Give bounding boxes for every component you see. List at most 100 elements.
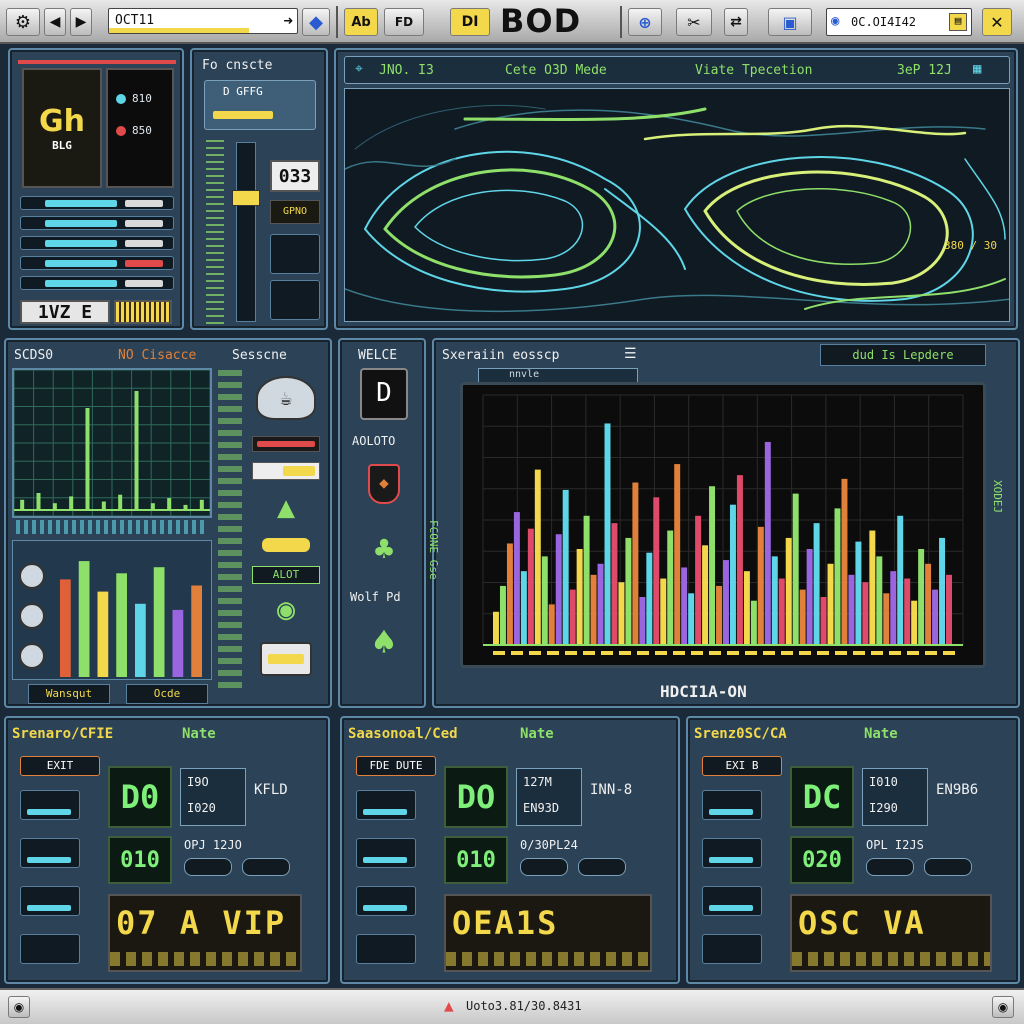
readout-toggle[interactable] — [184, 858, 232, 876]
readout-tag[interactable]: EXIT — [20, 756, 100, 776]
spectrum-badge[interactable]: dud Is Lepdere — [820, 344, 986, 366]
close-icon[interactable]: ✕ — [982, 8, 1012, 36]
channel-row[interactable] — [20, 196, 174, 210]
tools-label-a: AOLOTO — [352, 434, 396, 448]
readout-opl: OPJ 12JO — [184, 838, 242, 852]
spectrum-chart[interactable] — [460, 382, 986, 668]
readout-tag[interactable]: FDE DUTE — [356, 756, 436, 776]
tree-icon[interactable]: ♠ — [362, 620, 406, 670]
shield-icon[interactable]: ◆ — [368, 464, 400, 504]
eq-bar — [172, 609, 184, 677]
readout-toggle[interactable] — [924, 858, 972, 876]
spectrum-bar — [785, 537, 792, 645]
footer-chip-a[interactable]: Wansqut — [28, 684, 110, 704]
readout-slot[interactable] — [356, 886, 416, 916]
readout-slot[interactable] — [702, 886, 762, 916]
media-icon[interactable]: ▣ — [768, 8, 812, 36]
tools-icon[interactable]: ✂ — [676, 8, 712, 36]
spectrum-bar — [590, 574, 597, 645]
channel-row[interactable] — [20, 236, 174, 250]
eq-bar — [78, 561, 90, 677]
yellow-pill[interactable] — [262, 538, 310, 552]
readout-slot[interactable] — [702, 838, 762, 868]
readout-slot[interactable] — [20, 790, 80, 820]
spectrum-menu-icon[interactable]: ☰ — [624, 346, 637, 362]
knob-icon[interactable] — [19, 563, 45, 589]
mini-chart-bar — [167, 498, 172, 510]
status-dot — [116, 126, 126, 136]
layers-icon[interactable]: ▦ — [973, 61, 981, 77]
axis-tick — [583, 651, 595, 655]
readout-tag[interactable]: EXI B — [702, 756, 782, 776]
knob-icon[interactable] — [19, 603, 45, 629]
spectrum-bar — [513, 512, 520, 645]
readout-slot[interactable] — [20, 886, 80, 916]
address-bar[interactable]: OCT11 ➜ — [108, 8, 298, 34]
side-top-1: I9O — [187, 775, 209, 789]
topographic-view[interactable]: 380 / 30 — [344, 88, 1010, 322]
spectrum-badge-label: dud Is Lepdere — [852, 348, 954, 362]
readout-slot[interactable] — [356, 934, 416, 964]
footer-chip-b-label: Ocde — [153, 687, 181, 700]
footer-chip-b[interactable]: Ocde — [126, 684, 208, 704]
search-field[interactable]: ◉ 0C.OI4I42 ▤ — [826, 8, 972, 36]
back-button[interactable]: ◀ — [44, 8, 66, 36]
spectrum-bar — [841, 478, 848, 645]
mini-slot-1[interactable] — [270, 234, 320, 274]
mountain-icon[interactable]: ▲ — [260, 490, 312, 530]
status-right-button[interactable]: ◉ — [992, 996, 1014, 1018]
network-icon[interactable]: ⇄ — [724, 8, 748, 36]
lock-icon[interactable]: ▤ — [949, 13, 967, 31]
readout-tag-label: EXI B — [725, 759, 759, 772]
di-button[interactable]: DI — [450, 8, 490, 36]
ab-button[interactable]: Ab — [344, 8, 378, 36]
axis-tick — [763, 651, 775, 655]
spectrum-bar — [506, 543, 513, 645]
channel-value — [125, 260, 163, 267]
readout-slot[interactable] — [20, 838, 80, 868]
readout-side-top: I9O I020 — [180, 768, 246, 826]
bookmark-icon[interactable]: ◆ — [302, 8, 330, 36]
mini-chart[interactable] — [12, 368, 212, 518]
slider-track[interactable] — [236, 142, 256, 322]
readout-strip-text: OEA1S — [452, 904, 559, 942]
spectrum-bar — [799, 589, 806, 645]
radar-icon[interactable]: ◉ — [262, 592, 310, 632]
readout-slot[interactable] — [20, 934, 80, 964]
status-left-button[interactable]: ◉ — [8, 996, 30, 1018]
battery-icon[interactable] — [260, 642, 312, 676]
chat-icon[interactable]: ☕ — [256, 376, 316, 420]
axis-tick — [655, 651, 667, 655]
forward-button[interactable]: ▶ — [70, 8, 92, 36]
knob-icon[interactable] — [19, 643, 45, 669]
map-pin-icon[interactable]: ⌖ — [355, 61, 363, 77]
channel-row[interactable] — [20, 216, 174, 230]
mini-slot-2[interactable] — [270, 280, 320, 320]
leaf-icon[interactable]: ♣ — [362, 530, 406, 570]
settings-icon[interactable]: ⚙ — [6, 8, 40, 36]
readout-slot[interactable] — [356, 790, 416, 820]
info-card[interactable]: D GFFG — [204, 80, 316, 130]
globe-icon[interactable]: ⊕ — [628, 8, 662, 36]
channel-row[interactable] — [20, 276, 174, 290]
readout-big-b-value: 010 — [456, 847, 496, 873]
readout-toggle[interactable] — [866, 858, 914, 876]
channel-row[interactable] — [20, 256, 174, 270]
slot-fill — [363, 857, 407, 863]
side-scale-label: 380 / 30 — [944, 239, 997, 252]
axis-tick — [781, 651, 793, 655]
readout-slot[interactable] — [356, 838, 416, 868]
readout-slot[interactable] — [702, 790, 762, 820]
readout-toggle[interactable] — [578, 858, 626, 876]
red-fill — [257, 441, 315, 447]
go-arrow-icon[interactable]: ➜ — [283, 11, 293, 30]
spectrum-title: Sxeraiin eosscp — [442, 348, 560, 363]
axis-tick — [817, 651, 829, 655]
spectrum-bar — [548, 604, 555, 645]
document-icon[interactable]: D — [360, 368, 408, 420]
fd-button[interactable]: FD — [384, 8, 424, 36]
readout-slot[interactable] — [702, 934, 762, 964]
slider-thumb[interactable] — [232, 190, 260, 206]
readout-toggle[interactable] — [242, 858, 290, 876]
readout-toggle[interactable] — [520, 858, 568, 876]
